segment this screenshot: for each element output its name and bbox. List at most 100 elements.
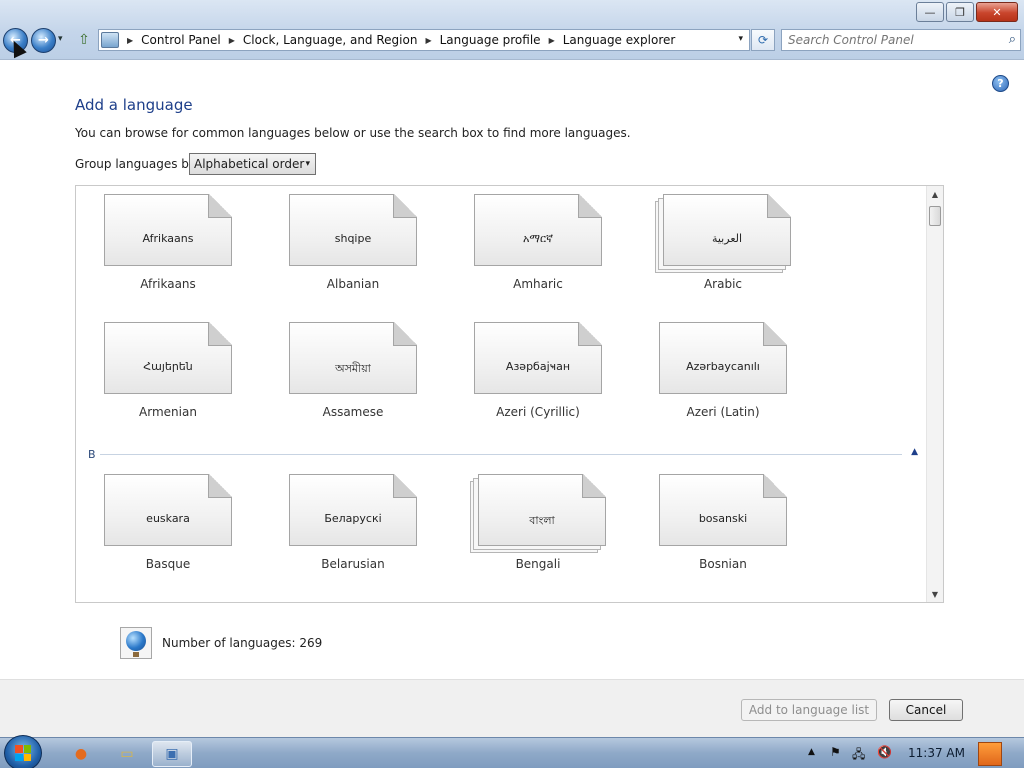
search-box[interactable]: ⌕ [781,29,1021,51]
language-name: Amharic [513,277,563,291]
taskbar: ● ▭ ▣ ▲ ⚑ 🖧 🔇 11:37 AM [0,735,1024,768]
breadcrumb-control-panel[interactable]: Control Panel [141,33,221,47]
breadcrumb-language-profile[interactable]: Language profile [440,33,541,47]
add-to-language-list-button[interactable]: Add to language list [741,699,877,721]
language-tile[interactable]: አማርኛ Amharic [474,194,624,309]
breadcrumb-separator[interactable]: ▶ [229,36,235,45]
page-fold-icon [208,474,232,498]
page-fold-icon [393,194,417,218]
language-name: Basque [145,557,191,571]
language-tile[interactable]: euskara Basque [104,474,254,589]
page-fold-icon [582,474,606,498]
page-fold-icon [578,322,602,346]
native-language-name: Azərbaycanılı [686,360,760,373]
collapse-section-icon[interactable]: ▲ [911,447,918,457]
native-language-name: অসমীয়া [335,362,371,375]
language-tile[interactable]: Азәрбајҹан Azeri (Cyrillic) [474,322,624,437]
network-icon[interactable]: 🖧 [852,745,865,766]
explorer-taskbar-icon[interactable]: ▭ [107,741,147,767]
up-level-icon[interactable]: ⇧ [75,31,93,49]
action-center-flag-icon[interactable]: ⚑ [830,745,841,759]
firefox-taskbar-icon[interactable]: ● [61,741,101,767]
page-fold-icon [208,322,232,346]
native-language-name: العربية [711,232,743,245]
refresh-button[interactable]: ⟳ [751,29,775,51]
breadcrumb-language-explorer[interactable]: Language explorer [563,33,676,47]
language-count: Number of languages: 269 [120,627,322,659]
language-name: Afrikaans [140,277,196,291]
page-title: Add a language [75,96,193,114]
address-dropdown-icon[interactable]: ▾ [738,34,743,44]
scroll-thumb[interactable] [929,206,941,226]
language-tile[interactable]: bosanski Bosnian [659,474,809,589]
native-language-name: Беларускі [324,512,382,525]
help-icon[interactable]: ? [992,75,1009,92]
language-name: Assamese [322,405,384,419]
minimize-button[interactable]: — [916,2,944,22]
control-panel-icon [101,32,119,48]
page-fold-icon [208,194,232,218]
group-by-label: Group languages by: [75,157,200,171]
group-by-select[interactable]: Alphabetical order ▾ [189,153,316,175]
native-language-name: Հայերեն [143,360,193,373]
language-name: Bengali [515,557,561,571]
native-language-name: euskara [146,512,190,525]
language-name: Azeri (Cyrillic) [496,405,580,419]
control-panel-taskbar-icon[interactable]: ▣ [152,741,192,767]
show-desktop-button[interactable] [978,742,1002,766]
search-input[interactable] [782,30,992,50]
language-name: Armenian [139,405,197,419]
chevron-down-icon: ▾ [305,159,310,169]
section-letter: B [88,448,96,461]
window-controls: — ❐ ✕ [914,2,1018,22]
breadcrumb-separator[interactable]: ▶ [549,36,555,45]
language-tile[interactable]: Azərbaycanılı Azeri (Latin) [659,322,809,437]
language-tile[interactable]: অসমীয়া Assamese [289,322,439,437]
breadcrumb-clock-language-region[interactable]: Clock, Language, and Region [243,33,418,47]
breadcrumb: ▶ Control Panel ▶ Clock, Language, and R… [123,33,675,47]
close-button[interactable]: ✕ [976,2,1018,22]
native-language-name: shqipe [334,232,372,245]
cancel-button[interactable]: Cancel [889,699,963,721]
native-language-name: bosanski [698,512,748,525]
vertical-scrollbar[interactable]: ▲ ▼ [926,186,943,602]
language-tile[interactable]: বাংলা Bengali [470,474,624,589]
section-header-b[interactable]: B ▲ [88,447,918,462]
show-hidden-icons-button[interactable]: ▲ [808,747,815,757]
page-fold-icon [763,474,787,498]
breadcrumb-separator[interactable]: ▶ [127,36,133,45]
scroll-down-arrow[interactable]: ▼ [927,586,943,602]
language-tile[interactable]: Հայերեն Armenian [104,322,254,437]
button-bar: Add to language list Cancel [0,679,1024,737]
native-language-name: Азәрбајҹан [505,360,571,373]
search-icon[interactable]: ⌕ [1009,32,1016,47]
language-tile[interactable]: Беларускі Belarusian [289,474,439,589]
maximize-button[interactable]: ❐ [946,2,974,22]
window-chrome: — ❐ ✕ ← → ▾ ⇧ ▶ Control Panel ▶ Clock, L… [0,0,1024,60]
page-fold-icon [578,194,602,218]
address-bar[interactable]: ▶ Control Panel ▶ Clock, Language, and R… [98,29,750,51]
start-button[interactable] [4,735,42,768]
scroll-up-arrow[interactable]: ▲ [927,186,943,202]
language-tile[interactable]: shqipe Albanian [289,194,439,309]
page-description: You can browse for common languages belo… [75,126,631,140]
recent-pages-dropdown[interactable]: ▾ [58,34,63,44]
clock[interactable]: 11:37 AM [908,746,965,760]
breadcrumb-separator[interactable]: ▶ [425,36,431,45]
windows-logo-icon [15,745,31,761]
language-name: Belarusian [321,557,385,571]
language-tile[interactable]: العربية Arabic [655,194,809,309]
globe-icon [120,627,152,659]
page-fold-icon [393,322,417,346]
language-name: Albanian [326,277,380,291]
group-by-value: Alphabetical order [194,157,305,171]
language-list[interactable]: Afrikaans Afrikaans shqipe Albanian አማርኛ Amha… [75,185,944,603]
language-tile[interactable]: Afrikaans Afrikaans [104,194,254,309]
section-divider [100,454,902,455]
language-name: Bosnian [699,557,747,571]
page-fold-icon [763,322,787,346]
forward-button[interactable]: → [31,28,56,53]
page-fold-icon [393,474,417,498]
volume-muted-icon[interactable]: 🔇 [877,745,892,759]
page-fold-icon [767,194,791,218]
